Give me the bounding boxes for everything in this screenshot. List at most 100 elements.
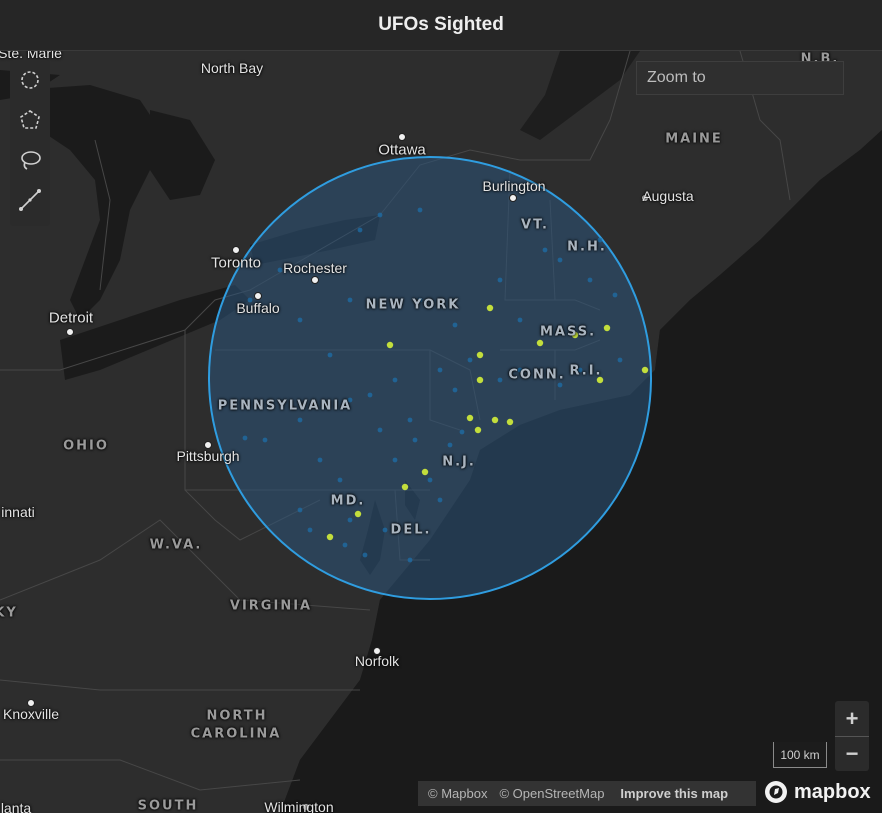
zoom-to-input[interactable] xyxy=(636,61,844,95)
zoom-in-button[interactable]: + xyxy=(835,701,869,737)
improve-map-link[interactable]: Improve this map xyxy=(620,786,728,801)
sighting-point xyxy=(421,468,429,476)
city-label-wilmington: Wilmington xyxy=(264,799,334,813)
mapbox-logo-text: mapbox xyxy=(794,780,871,803)
sighting-point xyxy=(506,418,514,426)
region-label-carolina: CAROLINA xyxy=(190,726,282,742)
sighting-point xyxy=(362,552,368,558)
city-label-augusta: Augusta xyxy=(642,188,694,204)
sighting-point xyxy=(452,322,458,328)
sighting-point xyxy=(297,417,303,423)
page-title: UFOs Sighted xyxy=(378,14,504,35)
region-label-nj: N.J. xyxy=(442,454,476,470)
sighting-point xyxy=(466,414,474,422)
region-label-south: SOUTH xyxy=(137,798,199,813)
region-label-vt: VT. xyxy=(521,217,549,233)
sighting-point xyxy=(357,227,363,233)
map-canvas[interactable]: Ste. Marie North Bay Ottawa Burlington A… xyxy=(0,51,882,813)
sighting-point xyxy=(437,497,443,503)
sighting-point xyxy=(407,417,413,423)
region-label-nh: N.H. xyxy=(567,239,607,255)
sighting-point xyxy=(377,212,383,218)
city-label-norfolk: Norfolk xyxy=(354,653,400,669)
sighting-point xyxy=(486,304,494,312)
sighting-point xyxy=(452,387,458,393)
scale-label: 100 km xyxy=(780,747,820,762)
sighting-point xyxy=(347,517,353,523)
sighting-point xyxy=(307,527,313,533)
city-label-north-bay: North Bay xyxy=(200,60,264,76)
region-label-ky: KY xyxy=(0,605,18,621)
sighting-point xyxy=(297,317,303,323)
city-dot xyxy=(311,276,319,284)
zoom-controls: + − xyxy=(835,701,869,771)
city-label-knoxville: Knoxville xyxy=(2,706,60,722)
sighting-point xyxy=(407,557,413,563)
draw-toolbar xyxy=(10,60,50,226)
sighting-point xyxy=(603,324,611,332)
attribution: © Mapbox © OpenStreetMap Improve this ma… xyxy=(418,781,756,806)
attribution-osm-link[interactable]: © OpenStreetMap xyxy=(499,786,604,801)
scale-bar: 100 km xyxy=(773,742,827,768)
mapbox-logo[interactable]: mapbox xyxy=(764,780,871,804)
sighting-point xyxy=(476,376,484,384)
region-label-ohio: OHIO xyxy=(63,438,109,454)
sighting-point xyxy=(536,339,544,347)
sighting-point xyxy=(459,429,465,435)
region-label-mass: MASS. xyxy=(539,324,597,340)
sighting-point xyxy=(447,442,453,448)
city-dot xyxy=(66,328,74,336)
sighting-point xyxy=(262,437,268,443)
region-label-pennsylvania: PENNSYLVANIA xyxy=(217,398,353,414)
city-label-toronto: Toronto xyxy=(210,254,262,272)
sighting-point xyxy=(377,427,383,433)
sighting-point xyxy=(367,392,373,398)
sighting-point xyxy=(517,317,523,323)
sighting-point xyxy=(277,267,283,273)
sighting-point xyxy=(297,507,303,513)
sighting-point xyxy=(392,457,398,463)
sighting-point xyxy=(417,207,423,213)
city-dot xyxy=(232,246,240,254)
circle-draw-icon[interactable] xyxy=(16,66,44,94)
city-dot xyxy=(509,194,517,202)
sighting-point xyxy=(401,483,409,491)
line-draw-icon[interactable] xyxy=(16,186,44,214)
sighting-point xyxy=(557,257,563,263)
sighting-point xyxy=(412,437,418,443)
zoom-out-button[interactable]: − xyxy=(835,736,869,771)
city-dot xyxy=(398,133,406,141)
region-label-del: DEL. xyxy=(390,522,432,538)
polygon-draw-icon[interactable] xyxy=(16,106,44,134)
sighting-point xyxy=(327,352,333,358)
sighting-point xyxy=(497,277,503,283)
lasso-draw-icon[interactable] xyxy=(16,146,44,174)
sighting-point xyxy=(317,457,323,463)
attribution-mapbox-link[interactable]: © Mapbox xyxy=(428,786,487,801)
sighting-point xyxy=(617,357,623,363)
sighting-point xyxy=(337,477,343,483)
sighting-point xyxy=(491,416,499,424)
sighting-point xyxy=(587,277,593,283)
sighting-point xyxy=(474,426,482,434)
region-label-ri: R.I. xyxy=(569,363,603,379)
sighting-point xyxy=(392,377,398,383)
city-dot xyxy=(254,292,262,300)
sighting-point xyxy=(242,435,248,441)
sighting-point xyxy=(354,510,362,518)
region-label-md: MD. xyxy=(330,493,366,509)
sighting-point xyxy=(612,292,618,298)
region-label-wva: W.VA. xyxy=(149,537,203,553)
sighting-point xyxy=(326,533,334,541)
sighting-point xyxy=(557,382,563,388)
sighting-point xyxy=(342,542,348,548)
city-label-burlington: Burlington xyxy=(482,178,546,194)
city-label-rochester: Rochester xyxy=(283,260,347,276)
sighting-point xyxy=(476,351,484,359)
mapbox-logo-icon xyxy=(765,781,787,803)
sighting-point xyxy=(437,367,443,373)
sighting-point xyxy=(467,357,473,363)
city-label-detroit: Detroit xyxy=(48,309,94,327)
region-label-maine: MAINE xyxy=(665,131,723,147)
city-label-pittsburgh: Pittsburgh xyxy=(176,448,240,464)
